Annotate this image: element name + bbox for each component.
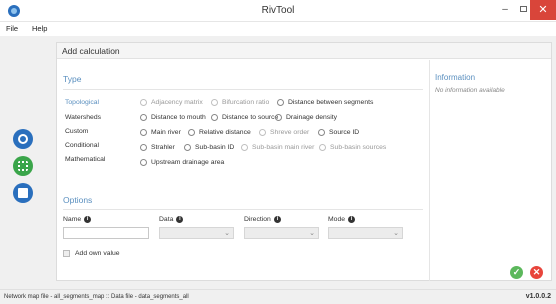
globe-icon[interactable] (13, 129, 33, 149)
cancel-button[interactable]: ✕ (530, 266, 543, 279)
type-divider (63, 89, 423, 90)
title-bar: RivTool – ✕ (0, 0, 556, 22)
sidebar (0, 36, 48, 289)
window-title: RivTool (261, 5, 295, 16)
panel-header: Add calculation (57, 43, 551, 59)
category-custom[interactable]: Custom (65, 128, 88, 135)
radio-strahler[interactable]: Strahler (140, 144, 175, 151)
add-own-value-checkbox[interactable]: Add own value (63, 250, 120, 257)
version-label: v1.0.0.2 (525, 293, 551, 300)
data-label: Data i (159, 216, 184, 223)
radio-upstream-drainage-area[interactable]: Upstream drainage area (140, 159, 224, 166)
radio-source-id[interactable]: Source ID (318, 129, 359, 136)
name-input[interactable] (63, 227, 149, 239)
minimize-button[interactable]: – (497, 0, 513, 20)
data-select[interactable]: ⌄ (159, 227, 234, 239)
category-watersheds[interactable]: Watersheds (65, 114, 101, 121)
info-icon[interactable]: i (348, 216, 356, 223)
category-topological[interactable]: Topological (65, 99, 99, 106)
radio-sub-basin-id[interactable]: Sub-basin ID (184, 144, 234, 151)
add-calculation-panel: Add calculation Type Topological Watersh… (56, 42, 552, 281)
mode-select[interactable]: ⌄ (328, 227, 403, 239)
radio-sub-basin-main-river[interactable]: Sub-basin main river (241, 144, 314, 151)
radio-bifurcation-ratio[interactable]: Bifurcation ratio (211, 99, 269, 106)
information-divider (429, 60, 430, 281)
chevron-down-icon: ⌄ (393, 230, 399, 237)
radio-distance-to-mouth[interactable]: Distance to mouth (140, 114, 206, 121)
radio-shreve-order[interactable]: Shreve order (259, 129, 309, 136)
direction-label: Direction i (244, 216, 281, 223)
radio-relative-distance[interactable]: Relative distance (188, 129, 251, 136)
chevron-down-icon: ⌄ (309, 230, 315, 237)
radio-distance-between-segments[interactable]: Distance between segments (277, 99, 373, 106)
panel-title: Add calculation (62, 46, 120, 56)
category-mathematical[interactable]: Mathematical (65, 156, 105, 163)
info-icon[interactable]: i (84, 216, 92, 223)
radio-adjacency-matrix[interactable]: Adjacency matrix (140, 99, 203, 106)
info-icon[interactable]: i (176, 216, 184, 223)
information-title: Information (435, 73, 476, 82)
checkbox-icon (63, 250, 70, 257)
mode-label: Mode i (328, 216, 356, 223)
status-text: Network map file - all_segments_map :: D… (4, 294, 189, 300)
category-conditional[interactable]: Conditional (65, 142, 99, 149)
info-icon[interactable]: i (273, 216, 281, 223)
maximize-icon (519, 6, 527, 12)
name-label: Name i (63, 216, 92, 223)
ok-button[interactable]: ✓ (510, 266, 523, 279)
radio-distance-to-source[interactable]: Distance to source (211, 114, 278, 121)
options-section-title: Options (63, 195, 93, 205)
information-text: No information available (435, 87, 505, 94)
radio-drainage-density[interactable]: Drainage density (275, 114, 337, 121)
menu-help[interactable]: Help (32, 24, 47, 33)
edit-icon[interactable] (13, 183, 33, 203)
menu-file[interactable]: File (6, 24, 18, 33)
type-section-title: Type (63, 74, 82, 84)
chevron-down-icon: ⌄ (224, 230, 230, 237)
status-bar: Network map file - all_segments_map :: D… (0, 289, 556, 304)
close-button[interactable]: ✕ (530, 0, 556, 20)
maximize-button[interactable] (515, 0, 531, 20)
grid-icon[interactable] (13, 156, 33, 176)
radio-sub-basin-sources[interactable]: Sub-basin sources (319, 144, 386, 151)
radio-main-river[interactable]: Main river (140, 129, 181, 136)
menu-bar: File Help (0, 22, 556, 36)
options-divider (63, 209, 423, 210)
direction-select[interactable]: ⌄ (244, 227, 319, 239)
